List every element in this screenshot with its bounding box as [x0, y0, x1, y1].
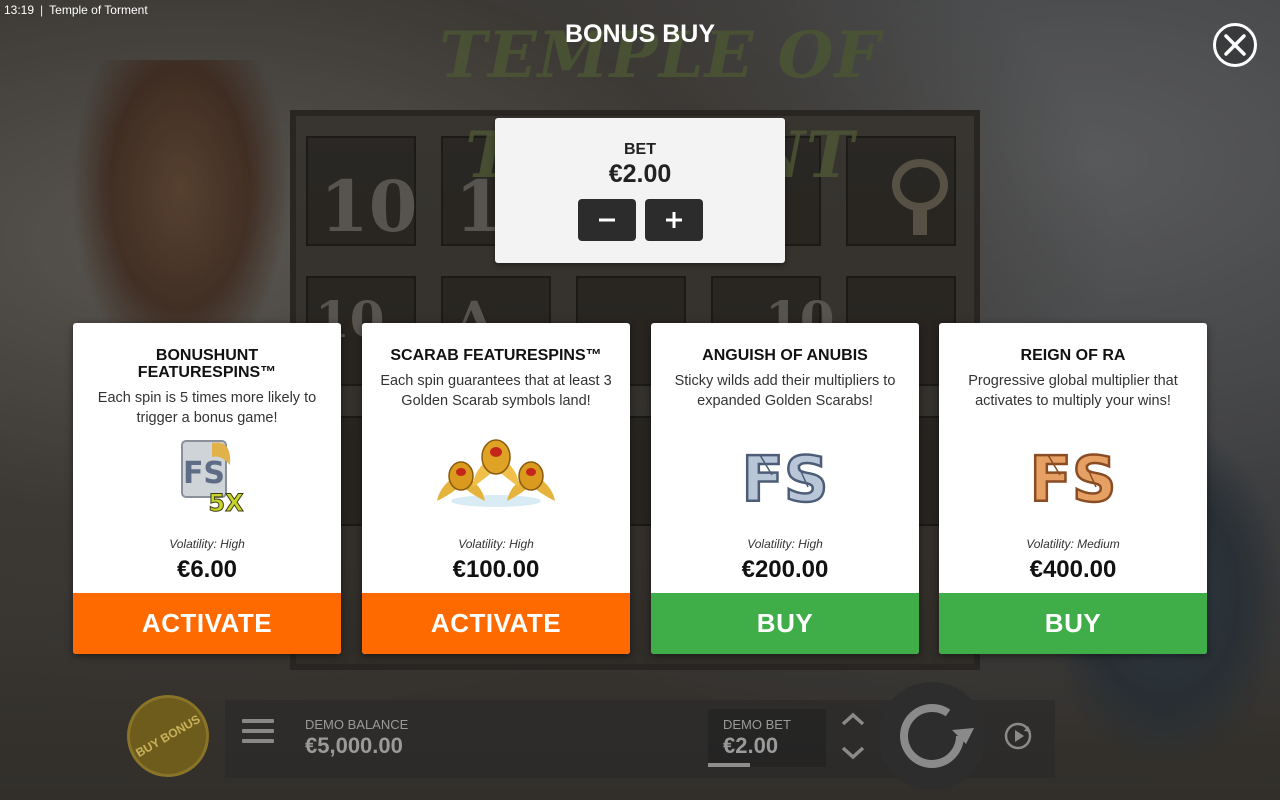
demo-bet-value: €2.00	[723, 733, 779, 758]
buy-anubis-button[interactable]: BUY	[651, 593, 919, 654]
bet-value: €2.00	[608, 160, 672, 188]
spin-arrow-icon	[900, 703, 974, 768]
plus-icon	[665, 212, 682, 228]
bet-label: BET	[624, 141, 656, 158]
bet-stepper-arrows-icon[interactable]	[838, 710, 868, 762]
offer-title: SCARAB FEATURESPINS™	[390, 347, 602, 364]
offer-description: Progressive global multiplier that activ…	[968, 373, 1178, 409]
offer-art-badge: 5X	[208, 489, 244, 515]
demo-bet-label: DEMO BET	[723, 717, 791, 732]
offer-price: €400.00	[1029, 556, 1117, 583]
offer-volatility: Volatility: High	[169, 537, 245, 551]
offer-card-bonushunt: BONUSHUNT FEATURESPINS™ Each spin is 5 t…	[73, 323, 341, 654]
offer-card-scarab: SCARAB FEATURESPINS™ Each spin guarantee…	[362, 323, 630, 654]
svg-text:FS: FS	[183, 456, 225, 491]
offer-description: Sticky wilds add their multipliers to ex…	[674, 373, 896, 409]
golden-scarabs-art	[437, 439, 555, 507]
offer-price: €100.00	[452, 556, 540, 583]
offer-volatility: Volatility: High	[458, 537, 534, 551]
fs-stone-blue-art: FS	[740, 442, 830, 515]
status-separator: |	[40, 3, 44, 17]
offer-card-anubis: ANGUISH OF ANUBIS Sticky wilds add their…	[651, 323, 919, 654]
offer-price: €200.00	[741, 556, 829, 583]
offer-title: BONUSHUNT FEATURESPINS™	[137, 347, 277, 381]
close-icon	[1224, 34, 1246, 56]
demo-balance: DEMO BALANCE €5,000.00	[305, 717, 408, 759]
minus-icon	[598, 218, 615, 222]
offer-card-ra: REIGN OF RA Progressive global multiplie…	[939, 323, 1207, 654]
offer-volatility: Volatility: High	[747, 537, 823, 551]
offer-title: REIGN OF RA	[1020, 347, 1126, 364]
increase-bet-button[interactable]	[644, 199, 703, 241]
bonushunt-featurespins-5x-art: FS 5X	[181, 440, 245, 515]
autoplay-icon[interactable]	[1000, 718, 1036, 754]
bet-panel: BET €2.00	[495, 118, 785, 263]
modal-title: BONUS BUY	[564, 20, 715, 48]
offer-title: ANGUISH OF ANUBIS	[702, 347, 868, 364]
offer-art-badge: FS	[741, 443, 828, 515]
offer-description: Each spin guarantees that at least 3 Gol…	[380, 373, 612, 409]
offer-art-badge: FS	[1029, 443, 1116, 515]
close-button[interactable]	[1213, 23, 1257, 67]
fs-stone-orange-art: FS	[1028, 442, 1118, 515]
buy-ra-button[interactable]: BUY	[939, 593, 1207, 654]
app-name: Temple of Torment	[49, 3, 148, 17]
demo-bet[interactable]: DEMO BET €2.00	[708, 709, 826, 767]
clock: 13:19	[4, 3, 35, 17]
decrease-bet-button[interactable]	[577, 199, 636, 241]
balance-label: DEMO BALANCE	[305, 717, 409, 732]
offer-price: €6.00	[176, 556, 238, 583]
hamburger-menu-icon[interactable]	[242, 719, 274, 751]
spin-button[interactable]	[878, 682, 986, 790]
activate-scarab-button[interactable]: ACTIVATE	[362, 593, 630, 654]
status-bar: 13:19 | Temple of Torment	[4, 2, 148, 18]
offer-description: Each spin is 5 times more likely to trig…	[97, 390, 317, 426]
offer-volatility: Volatility: Medium	[1026, 537, 1120, 551]
bet-level-bar	[708, 763, 751, 767]
balance-value: €5,000.00	[305, 733, 403, 758]
activate-bonushunt-button[interactable]: ACTIVATE	[73, 593, 341, 654]
